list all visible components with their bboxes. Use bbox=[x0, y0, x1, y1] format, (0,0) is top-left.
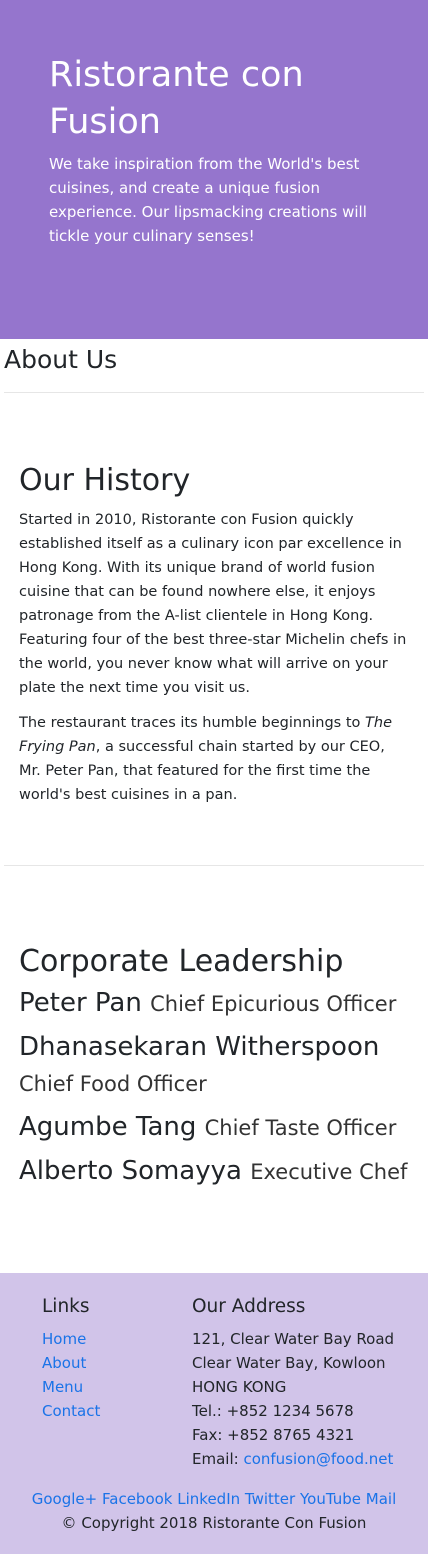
footer-link-contact[interactable]: Contact bbox=[42, 1399, 100, 1423]
history-heading: Our History bbox=[19, 463, 191, 498]
social-linkedin-link[interactable]: LinkedIn bbox=[177, 1490, 240, 1508]
footer-links-heading: Links bbox=[42, 1296, 90, 1317]
history-section: Our History Started in 2010, Ristorante … bbox=[0, 393, 428, 807]
address-line: 121, Clear Water Bay Road bbox=[192, 1330, 395, 1348]
email-line: Email: confusion@food.net bbox=[192, 1447, 394, 1471]
social-twitter-link[interactable]: Twitter bbox=[245, 1490, 295, 1508]
leader-role: Chief Taste Officer bbox=[204, 1116, 397, 1140]
footer-link-menu[interactable]: Menu bbox=[42, 1375, 100, 1399]
copyright: © Copyright 2018 Ristorante Con Fusion bbox=[61, 1514, 367, 1532]
leader-item: Agumbe Tang Chief Taste Officer bbox=[19, 1109, 409, 1146]
footer-address-heading: Our Address bbox=[192, 1296, 306, 1317]
footer-link-about[interactable]: About bbox=[42, 1351, 100, 1375]
history-paragraph-2: The restaurant traces its humble beginni… bbox=[19, 711, 409, 807]
social-youtube-link[interactable]: YouTube bbox=[300, 1490, 361, 1508]
history-paragraph-1: Started in 2010, Ristorante con Fusion q… bbox=[19, 512, 407, 696]
footer-link-home[interactable]: Home bbox=[42, 1327, 100, 1351]
email-label: Email: bbox=[192, 1450, 244, 1468]
footer-address: Our Address 121, Clear Water Bay Road Cl… bbox=[192, 1294, 394, 1471]
address-line: Clear Water Bay, Kowloon bbox=[192, 1354, 386, 1372]
footer: Links Home About Menu Contact Our Addres… bbox=[0, 1273, 428, 1554]
leader-name: Alberto Somayya bbox=[19, 1156, 242, 1186]
leadership-section: Corporate Leadership Peter Pan Chief Epi… bbox=[0, 866, 428, 1190]
address-line: HONG KONG bbox=[192, 1378, 287, 1396]
leader-name: Dhanasekaran Witherspoon bbox=[19, 1032, 380, 1062]
email-link[interactable]: confusion@food.net bbox=[243, 1450, 393, 1468]
leader-item: Peter Pan Chief Epicurious Officer bbox=[19, 985, 409, 1022]
leader-item: Dhanasekaran Witherspoon Chief Food Offi… bbox=[19, 1029, 409, 1102]
leader-role: Chief Food Officer bbox=[19, 1072, 207, 1096]
leader-role: Chief Epicurious Officer bbox=[150, 992, 397, 1016]
social-links: Google+ Facebook LinkedIn Twitter YouTub… bbox=[0, 1487, 428, 1511]
leader-name: Peter Pan bbox=[19, 988, 142, 1018]
social-google-plus-link[interactable]: Google+ bbox=[32, 1490, 97, 1508]
hero-tagline: We take inspiration from the World's bes… bbox=[49, 155, 367, 245]
leader-role: Executive Chef bbox=[250, 1160, 408, 1184]
footer-links: Links Home About Menu Contact bbox=[42, 1294, 100, 1423]
leader-name: Agumbe Tang bbox=[19, 1112, 197, 1142]
history-text: The restaurant traces its humble beginni… bbox=[19, 715, 366, 731]
social-facebook-link[interactable]: Facebook bbox=[102, 1490, 172, 1508]
leader-item: Alberto Somayya Executive Chef bbox=[19, 1153, 409, 1190]
social-mail-link[interactable]: Mail bbox=[366, 1490, 396, 1508]
fax-line: Fax: +852 8765 4321 bbox=[192, 1426, 355, 1444]
hero-banner: Ristorante con Fusion We take inspiratio… bbox=[0, 0, 428, 339]
hero-title: Ristorante con Fusion bbox=[49, 55, 304, 142]
leadership-heading: Corporate Leadership bbox=[19, 944, 344, 979]
phone-line: Tel.: +852 1234 5678 bbox=[192, 1402, 354, 1420]
page-title: About Us bbox=[4, 345, 118, 374]
